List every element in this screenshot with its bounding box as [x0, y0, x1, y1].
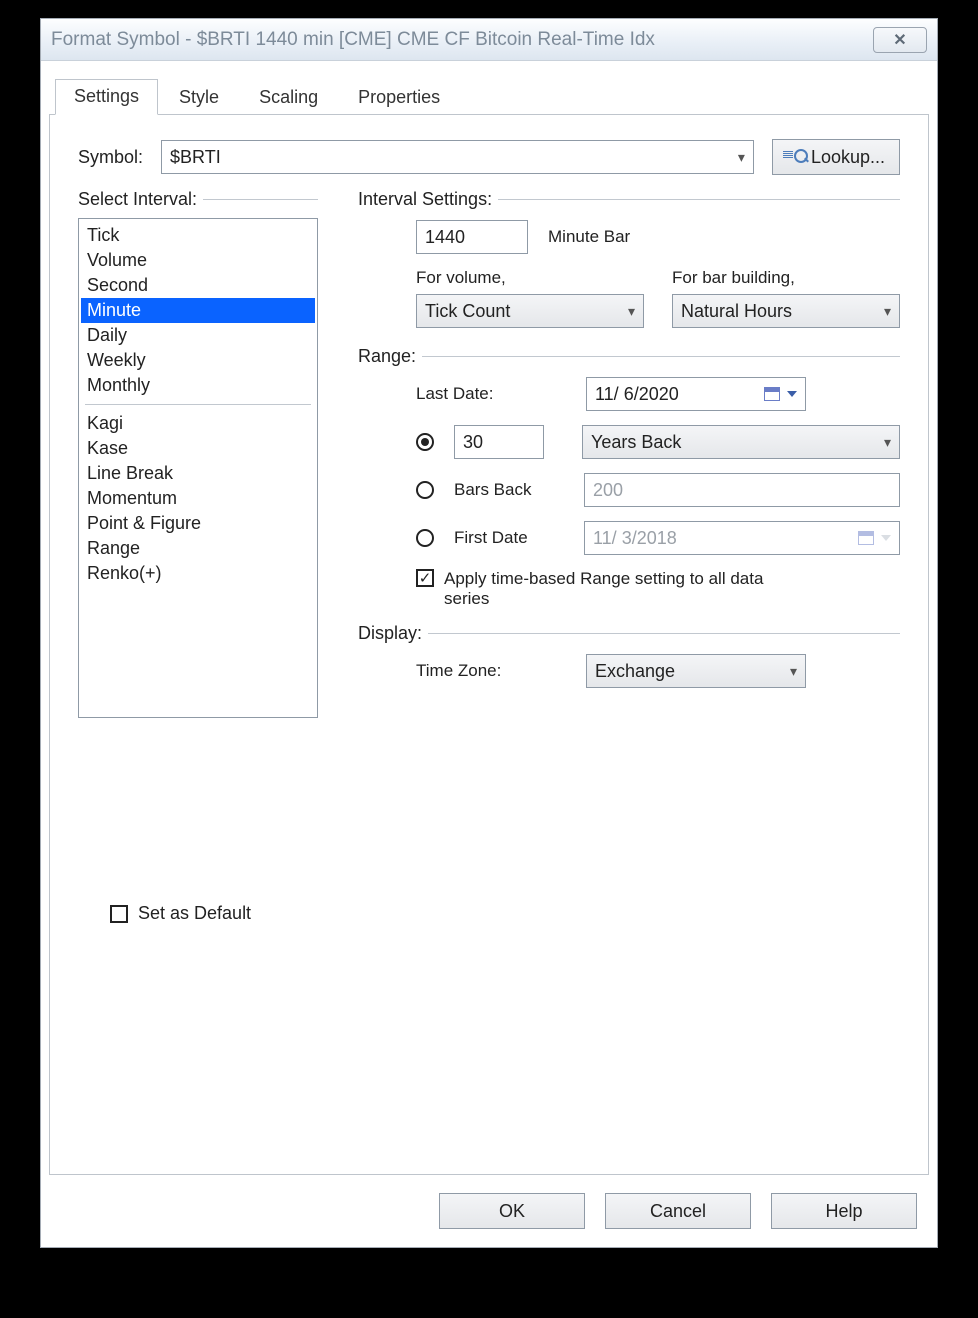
- button-bar: OK Cancel Help: [49, 1193, 929, 1229]
- dialog-window: Format Symbol - $BRTI 1440 min [CME] CME…: [40, 18, 938, 1248]
- radio-first-date[interactable]: [416, 529, 434, 547]
- list-item[interactable]: Renko(+): [81, 561, 315, 586]
- close-button[interactable]: ✕: [873, 27, 927, 53]
- list-item[interactable]: Daily: [81, 323, 315, 348]
- window-title: Format Symbol - $BRTI 1440 min [CME] CME…: [51, 29, 873, 51]
- chevron-down-icon: [787, 391, 797, 397]
- list-item[interactable]: Weekly: [81, 348, 315, 373]
- list-item[interactable]: Kagi: [81, 411, 315, 436]
- chevron-down-icon: [881, 535, 891, 541]
- list-item[interactable]: Kase: [81, 436, 315, 461]
- tabpage-settings: Symbol: $BRTI ▾ Lookup... Select Interva…: [49, 115, 929, 1175]
- set-default-checkbox[interactable]: [110, 905, 128, 923]
- chevron-down-icon: ▾: [790, 663, 797, 680]
- list-item[interactable]: Minute: [81, 298, 315, 323]
- list-item[interactable]: Volume: [81, 248, 315, 273]
- ok-button[interactable]: OK: [439, 1193, 585, 1229]
- symbol-value: $BRTI: [170, 147, 221, 168]
- range-label: Range:: [358, 346, 416, 367]
- years-back-input[interactable]: 30: [454, 425, 544, 459]
- list-item[interactable]: Tick: [81, 223, 315, 248]
- for-bar-label: For bar building,: [672, 268, 900, 288]
- list-item[interactable]: Second: [81, 273, 315, 298]
- symbol-combo[interactable]: $BRTI ▾: [161, 140, 754, 174]
- help-button[interactable]: Help: [771, 1193, 917, 1229]
- titlebar: Format Symbol - $BRTI 1440 min [CME] CME…: [41, 19, 937, 61]
- chevron-down-icon: ▾: [884, 434, 891, 451]
- radio-bars-back[interactable]: [416, 481, 434, 499]
- list-item[interactable]: Point & Figure: [81, 511, 315, 536]
- first-date-input[interactable]: 11/ 3/2018: [584, 521, 900, 555]
- apply-all-checkbox[interactable]: ✓: [416, 569, 434, 587]
- symbol-label: Symbol:: [78, 147, 143, 168]
- list-separator: [85, 404, 311, 405]
- for-bar-select[interactable]: Natural Hours ▾: [672, 294, 900, 328]
- display-label: Display:: [358, 623, 422, 644]
- for-volume-select[interactable]: Tick Count ▾: [416, 294, 644, 328]
- years-back-unit-select[interactable]: Years Back ▾: [582, 425, 900, 459]
- interval-settings-label: Interval Settings:: [358, 189, 492, 210]
- timezone-select[interactable]: Exchange ▾: [586, 654, 806, 688]
- list-item[interactable]: Monthly: [81, 373, 315, 398]
- interval-value-input[interactable]: 1440: [416, 220, 528, 254]
- tab-strip: Settings Style Scaling Properties: [49, 71, 929, 115]
- set-default-label: Set as Default: [138, 903, 251, 924]
- chevron-down-icon: ▾: [884, 303, 891, 320]
- timezone-label: Time Zone:: [416, 661, 566, 681]
- lookup-button[interactable]: Lookup...: [772, 139, 900, 175]
- last-date-input[interactable]: 11/ 6/2020: [586, 377, 806, 411]
- for-volume-label: For volume,: [416, 268, 644, 288]
- bars-back-input[interactable]: 200: [584, 473, 900, 507]
- tab-properties[interactable]: Properties: [339, 80, 459, 115]
- chevron-down-icon: ▾: [628, 303, 635, 320]
- interval-listbox[interactable]: Tick Volume Second Minute Daily Weekly M…: [78, 218, 318, 718]
- select-interval-label: Select Interval:: [78, 189, 197, 210]
- last-date-label: Last Date:: [416, 384, 566, 404]
- list-item[interactable]: Line Break: [81, 461, 315, 486]
- tab-settings[interactable]: Settings: [55, 79, 158, 115]
- tab-style[interactable]: Style: [160, 80, 238, 115]
- close-icon: ✕: [893, 30, 906, 50]
- tab-scaling[interactable]: Scaling: [240, 80, 337, 115]
- calendar-icon: [764, 387, 780, 401]
- client-area: Settings Style Scaling Properties Symbol…: [49, 71, 929, 1239]
- list-item[interactable]: Momentum: [81, 486, 315, 511]
- first-date-label: First Date: [454, 528, 574, 548]
- search-icon: [787, 149, 805, 165]
- lookup-label: Lookup...: [811, 147, 885, 168]
- interval-unit-label: Minute Bar: [548, 227, 630, 247]
- chevron-down-icon: ▾: [738, 149, 745, 166]
- list-item[interactable]: Range: [81, 536, 315, 561]
- calendar-icon: [858, 531, 874, 545]
- radio-years-back[interactable]: [416, 433, 434, 451]
- bars-back-label: Bars Back: [454, 480, 574, 500]
- apply-all-label: Apply time-based Range setting to all da…: [444, 569, 804, 609]
- cancel-button[interactable]: Cancel: [605, 1193, 751, 1229]
